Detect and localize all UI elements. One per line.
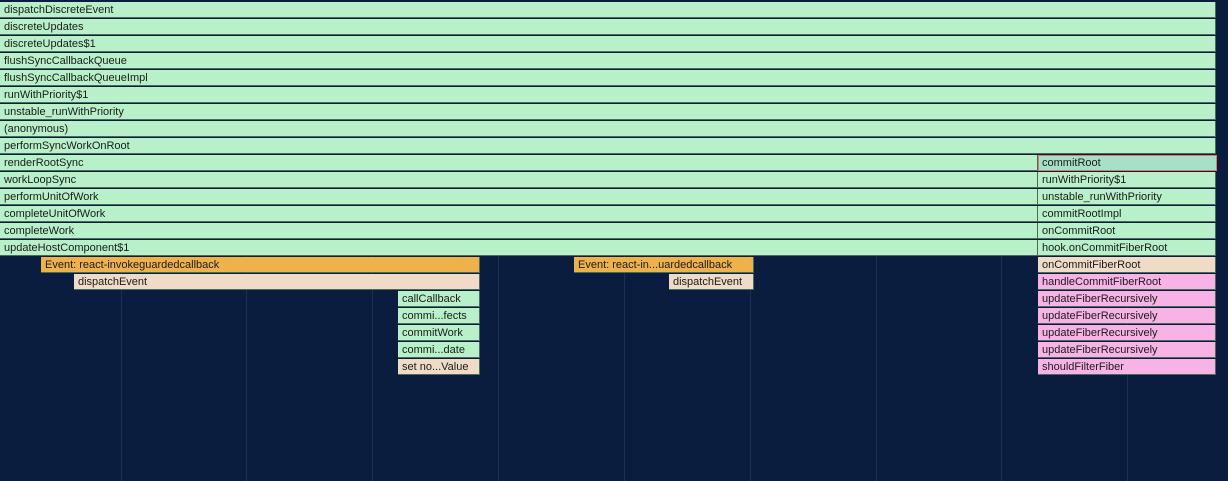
frame-complete-work[interactable]: completeWork	[0, 223, 1038, 239]
frame-render-root-sync[interactable]: renderRootSync	[0, 155, 1038, 171]
frame-flush-sync-callback-queue[interactable]: flushSyncCallbackQueue	[0, 53, 1216, 69]
frame-dispatch-event-2[interactable]: dispatchEvent	[669, 274, 754, 290]
frame-perform-sync-work-on-root[interactable]: performSyncWorkOnRoot	[0, 138, 1216, 154]
frame-handle-commit-fiber-root[interactable]: handleCommitFiberRoot	[1038, 274, 1216, 290]
frame-work-loop-sync[interactable]: workLoopSync	[0, 172, 1038, 188]
frame-flush-sync-callback-queue-impl[interactable]: flushSyncCallbackQueueImpl	[0, 70, 1216, 86]
frame-update-fiber-recursively[interactable]: updateFiberRecursively	[1038, 325, 1216, 341]
grid-line	[624, 256, 625, 481]
grid-line	[1001, 256, 1002, 481]
frame-run-with-priority-1[interactable]: runWithPriority$1	[0, 87, 1216, 103]
frame-discrete-updates[interactable]: discreteUpdates	[0, 19, 1216, 35]
frame-commit-root[interactable]: commitRoot	[1038, 155, 1217, 171]
grid-line	[876, 256, 877, 481]
frame-dispatch-discrete-event[interactable]: dispatchDiscreteEvent	[0, 2, 1216, 18]
grid-line	[498, 256, 499, 481]
frame-dispatch-event[interactable]: dispatchEvent	[74, 274, 480, 290]
frame-update-fiber-recursively[interactable]: updateFiberRecursively	[1038, 342, 1216, 358]
frame-set-node-value[interactable]: set no...Value	[398, 359, 480, 375]
frame-commit-effects[interactable]: commi...fects	[398, 308, 480, 324]
frame-run-with-priority-1-commit[interactable]: runWithPriority$1	[1038, 172, 1216, 188]
frame-event-invoke-guarded-callback[interactable]: Event: react-invokeguardedcallback	[41, 257, 480, 273]
flame-chart: dispatchDiscreteEvent discreteUpdates di…	[0, 0, 1228, 481]
frame-perform-unit-of-work[interactable]: performUnitOfWork	[0, 189, 1038, 205]
frame-event-invoke-guarded-callback-2[interactable]: Event: react-in...uardedcallback	[574, 257, 754, 273]
frame-complete-unit-of-work[interactable]: completeUnitOfWork	[0, 206, 1038, 222]
frame-should-filter-fiber[interactable]: shouldFilterFiber	[1038, 359, 1216, 375]
frame-update-host-component-1[interactable]: updateHostComponent$1	[0, 240, 1038, 256]
frame-call-callback[interactable]: callCallback	[398, 291, 480, 307]
frame-on-commit-fiber-root[interactable]: onCommitFiberRoot	[1038, 257, 1216, 273]
frame-unstable-run-with-priority-commit[interactable]: unstable_runWithPriority	[1038, 189, 1216, 205]
frame-commit-root-impl[interactable]: commitRootImpl	[1038, 206, 1216, 222]
frame-update-fiber-recursively[interactable]: updateFiberRecursively	[1038, 291, 1216, 307]
frame-commit-work[interactable]: commitWork	[398, 325, 480, 341]
frame-on-commit-root[interactable]: onCommitRoot	[1038, 223, 1216, 239]
frame-update-fiber-recursively[interactable]: updateFiberRecursively	[1038, 308, 1216, 324]
frame-discrete-updates-1[interactable]: discreteUpdates$1	[0, 36, 1216, 52]
frame-hook-on-commit-fiber-root[interactable]: hook.onCommitFiberRoot	[1038, 240, 1216, 256]
frame-anonymous[interactable]: (anonymous)	[0, 121, 1216, 137]
frame-commit-update[interactable]: commi...date	[398, 342, 480, 358]
frame-unstable-run-with-priority[interactable]: unstable_runWithPriority	[0, 104, 1216, 120]
